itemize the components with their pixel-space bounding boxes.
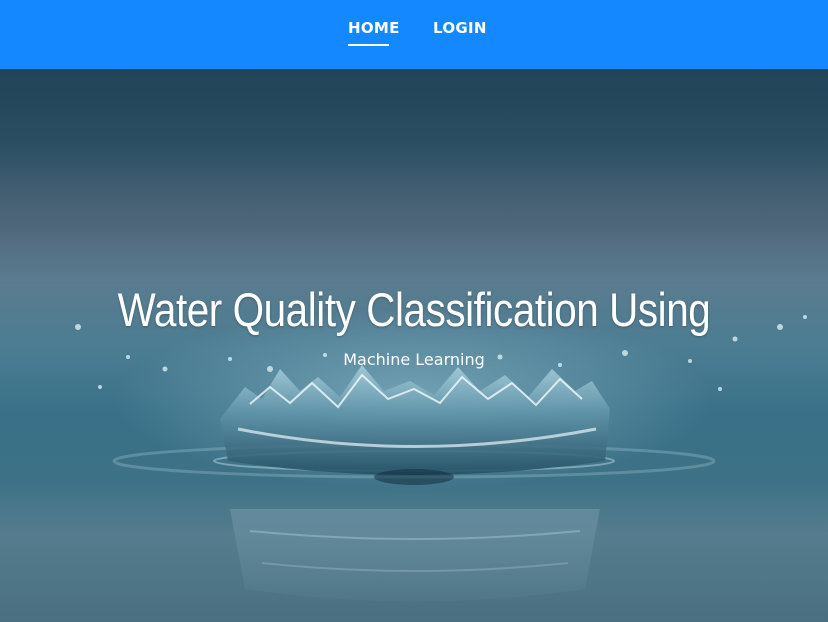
droplet xyxy=(718,387,722,391)
hero-title: Water Quality Classification Using xyxy=(117,283,711,336)
navbar: HOME LOGIN xyxy=(0,0,828,69)
water-splash-background xyxy=(0,69,828,602)
droplet xyxy=(803,315,807,319)
nav-home-link[interactable]: HOME xyxy=(348,19,400,37)
nav-menu: HOME LOGIN xyxy=(0,19,828,49)
splash-reflection xyxy=(230,509,600,602)
page: HOME LOGIN Water Quality Classification … xyxy=(0,0,828,622)
active-nav-underline xyxy=(348,44,389,46)
hero-subtitle: Machine Learning xyxy=(343,350,485,369)
droplet xyxy=(98,385,102,389)
hero-section: Water Quality Classification Using Machi… xyxy=(0,69,828,622)
crown-center-shadow xyxy=(374,469,454,485)
top-shade xyxy=(0,69,828,179)
droplet xyxy=(777,324,783,330)
nav-login-link[interactable]: LOGIN xyxy=(433,19,487,37)
